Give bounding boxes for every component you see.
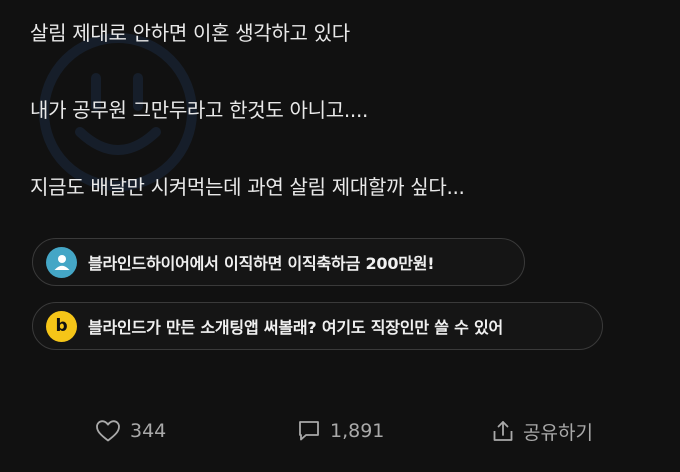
comment-count: 1,891 [330,420,385,442]
comment-icon [299,421,319,441]
like-button[interactable]: 344 [95,412,166,450]
promo-text: 블라인드하이어에서 이직하면 이직축하금 200만원! [88,254,435,273]
share-label: 공유하기 [523,421,593,444]
like-count: 344 [130,420,167,442]
share-button[interactable]: 공유하기 [492,412,593,450]
post-paragraph: 살림 제대로 안하면 이혼 생각하고 있다 [30,21,350,45]
promo-banner-hire[interactable]: 블라인드하이어에서 이직하면 이직축하금 200만원! [32,238,525,286]
share-icon [493,421,513,441]
b-logo-icon: b [46,310,77,342]
promo-banner-dating[interactable]: b 블라인드가 만든 소개팅앱 써볼래? 여기도 직장인만 쓸 수 있어 [32,302,603,350]
heart-icon [96,420,120,442]
promo-text: 블라인드가 만든 소개팅앱 써볼래? 여기도 직장인만 쓸 수 있어 [88,318,504,337]
post-paragraph: 지금도 배달만 시켜먹는데 과연 살림 제대할까 싶다... [30,175,465,199]
comment-button[interactable]: 1,891 [297,412,384,450]
person-icon [46,246,77,278]
post-actions: 344 1,891 공유하기 [0,412,680,450]
b-logo-letter: b [55,316,68,336]
post-paragraph: 내가 공무원 그만두라고 한것도 아니고.... [30,98,369,122]
